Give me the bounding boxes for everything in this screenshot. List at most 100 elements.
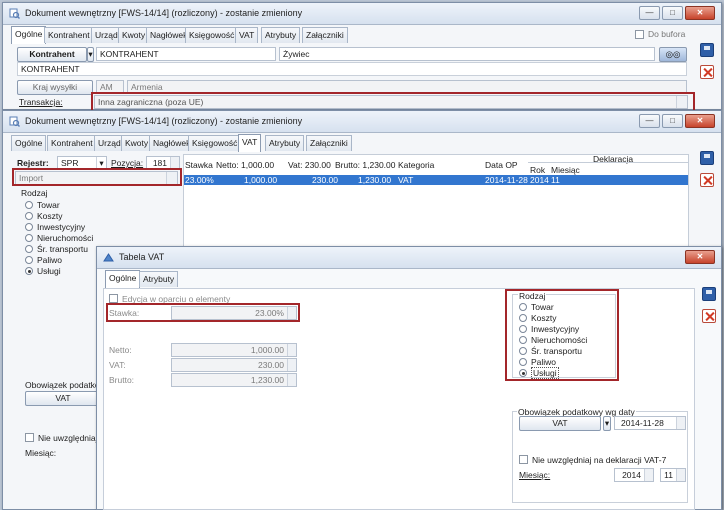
tab-atrybuty[interactable]: Atrybuty: [261, 27, 301, 43]
nie-uwzgl-checkbox[interactable]: [519, 455, 528, 464]
miesiac-year-field[interactable]: 2014: [614, 468, 654, 482]
tab-ogolne[interactable]: Ogólne: [11, 135, 47, 151]
tab-atrybuty[interactable]: Atrybuty: [139, 271, 179, 287]
tab-ksiegowosc[interactable]: Księgowość: [185, 27, 239, 43]
tab-bar: Ogólne Atrybuty: [105, 270, 305, 288]
radio-nieruchomosci[interactable]: Nieruchomości: [25, 233, 93, 244]
document-icon: [9, 116, 20, 127]
minimize-button[interactable]: —: [639, 6, 660, 20]
tab-bar: Ogólne Kontrahent Urząd Kwoty Nagłówek K…: [11, 26, 651, 44]
spinner-icon: [287, 374, 296, 386]
window-titlebar[interactable]: Tabela VAT ✕: [97, 247, 721, 269]
col-stawka[interactable]: Stawka: [185, 160, 213, 170]
window-titlebar[interactable]: Dokument wewnętrzny [FWS-14/14] (rozlicz…: [3, 3, 721, 25]
header-divider: [528, 162, 688, 163]
tab-zalaczniki[interactable]: Załączniki: [306, 135, 352, 151]
radio-paliwo[interactable]: Paliwo: [25, 255, 62, 266]
col-miesiac[interactable]: Miesiąc: [551, 165, 580, 175]
obowiazek-date-field[interactable]: 2014-11-28: [614, 416, 686, 430]
radio-label: Koszty: [37, 211, 63, 221]
kontrahent-name-field[interactable]: KONTRAHENT: [17, 62, 687, 76]
vat-field[interactable]: 230.00: [171, 358, 297, 372]
obowiazek-label: Obowiązek podatkow: [25, 380, 106, 390]
cell-stawka: 23.00%: [185, 175, 214, 185]
delete-icon[interactable]: [700, 65, 714, 79]
tab-ksiegowosc[interactable]: Księgowość: [188, 135, 242, 151]
miesiac-month-field[interactable]: 11: [660, 468, 686, 482]
tab-kontrahent[interactable]: Kontrahent: [44, 27, 94, 43]
radio-uslugi[interactable]: Usługi: [25, 266, 61, 277]
window-title: Dokument wewnętrzny [FWS-14/14] (rozlicz…: [25, 8, 303, 18]
tab-kwoty[interactable]: Kwoty: [118, 27, 150, 43]
kontrahent-dropdown-button[interactable]: ▾: [87, 47, 94, 62]
highlight-stawka: [106, 303, 300, 322]
brutto-field[interactable]: 1,230.00: [171, 373, 297, 387]
highlight-transakcja: [91, 92, 695, 112]
col-kategoria[interactable]: Kategoria: [398, 160, 434, 170]
radio-icon: [25, 223, 33, 231]
radio-label: Nieruchomości: [37, 233, 94, 243]
cell-rok: 2014: [530, 175, 549, 185]
close-button[interactable]: ✕: [685, 250, 715, 264]
obowiazek-dropdown-button[interactable]: ▾: [603, 416, 611, 431]
col-brutto[interactable]: Brutto: 1,230.00: [335, 160, 396, 170]
tab-kontrahent[interactable]: Kontrahent: [47, 135, 97, 151]
binoculars-icon[interactable]: ◎◎: [659, 47, 687, 62]
radio-icon: [25, 212, 33, 220]
col-rok[interactable]: Rok: [530, 165, 545, 175]
tab-ogolne[interactable]: Ogólne: [11, 26, 47, 44]
kontrahent-button[interactable]: Kontrahent: [17, 47, 87, 62]
radio-inwestycyjny[interactable]: Inwestycyjny: [25, 222, 85, 233]
edycja-checkbox[interactable]: [109, 294, 118, 303]
col-data-op[interactable]: Data OP: [485, 160, 518, 170]
radio-sr-transportu[interactable]: Śr. transportu: [25, 244, 88, 255]
nie-uwzgl-checkbox[interactable]: [25, 433, 34, 442]
radio-selected-icon: [25, 267, 33, 275]
spinner-icon: [676, 469, 685, 481]
delete-icon[interactable]: [702, 309, 716, 323]
tab-vat[interactable]: VAT: [235, 27, 259, 43]
tab-atrybuty[interactable]: Atrybuty: [265, 135, 305, 151]
vat-label: VAT:: [109, 360, 126, 370]
radio-label: Usługi: [37, 266, 61, 276]
col-vat[interactable]: Vat: 230.00: [288, 160, 331, 170]
radio-icon: [25, 234, 33, 242]
miesiac-month-value: 11: [664, 470, 673, 480]
radio-label: Inwestycyjny: [37, 222, 86, 232]
close-button[interactable]: ✕: [685, 114, 715, 128]
radio-label: Towar: [37, 200, 60, 210]
do-bufora-checkbox[interactable]: [635, 30, 644, 39]
tab-ogolne[interactable]: Ogólne: [105, 270, 141, 288]
tab-kwoty[interactable]: Kwoty: [121, 135, 153, 151]
transakcja-label: Transakcja:: [19, 97, 63, 107]
radio-towar[interactable]: Towar: [25, 200, 60, 211]
save-icon[interactable]: [702, 287, 716, 301]
miesiac-year-value: 2014: [622, 470, 641, 480]
netto-label: Netto:: [109, 345, 132, 355]
minimize-button[interactable]: —: [639, 114, 660, 128]
tab-zalaczniki[interactable]: Załączniki: [302, 27, 348, 43]
col-netto[interactable]: Netto: 1,000.00: [216, 160, 274, 170]
kontrahent-code-field[interactable]: KONTRAHENT: [96, 47, 276, 61]
window-titlebar[interactable]: Dokument wewnętrzny [FWS-14/14] (rozlicz…: [3, 111, 721, 133]
obowiazek-vat-button[interactable]: VAT: [25, 391, 101, 406]
save-icon[interactable]: [700, 151, 714, 165]
maximize-button[interactable]: □: [662, 6, 683, 20]
kontrahent-city-field[interactable]: Żywiec: [279, 47, 655, 61]
miesiac-label: Miesiąc:: [25, 448, 57, 458]
save-icon[interactable]: [700, 43, 714, 57]
obowiazek-vat-button[interactable]: VAT: [519, 416, 601, 431]
radio-koszty[interactable]: Koszty: [25, 211, 63, 222]
netto-field[interactable]: 1,000.00: [171, 343, 297, 357]
radio-label: Paliwo: [37, 255, 63, 265]
close-button[interactable]: ✕: [685, 6, 715, 20]
delete-icon[interactable]: [700, 173, 714, 187]
brutto-label: Brutto:: [109, 375, 135, 385]
maximize-button[interactable]: □: [662, 114, 683, 128]
table-row[interactable]: 23.00% 1,000.00 230.00 1,230.00 VAT 2014…: [184, 175, 688, 185]
pozycja-label: Pozycja:: [111, 158, 144, 168]
radio-icon: [25, 201, 33, 209]
document-window-back: Dokument wewnętrzny [FWS-14/14] (rozlicz…: [2, 2, 722, 112]
kraj-wysylki-button[interactable]: Kraj wysyłki: [17, 80, 93, 95]
tab-vat[interactable]: VAT: [238, 134, 262, 152]
